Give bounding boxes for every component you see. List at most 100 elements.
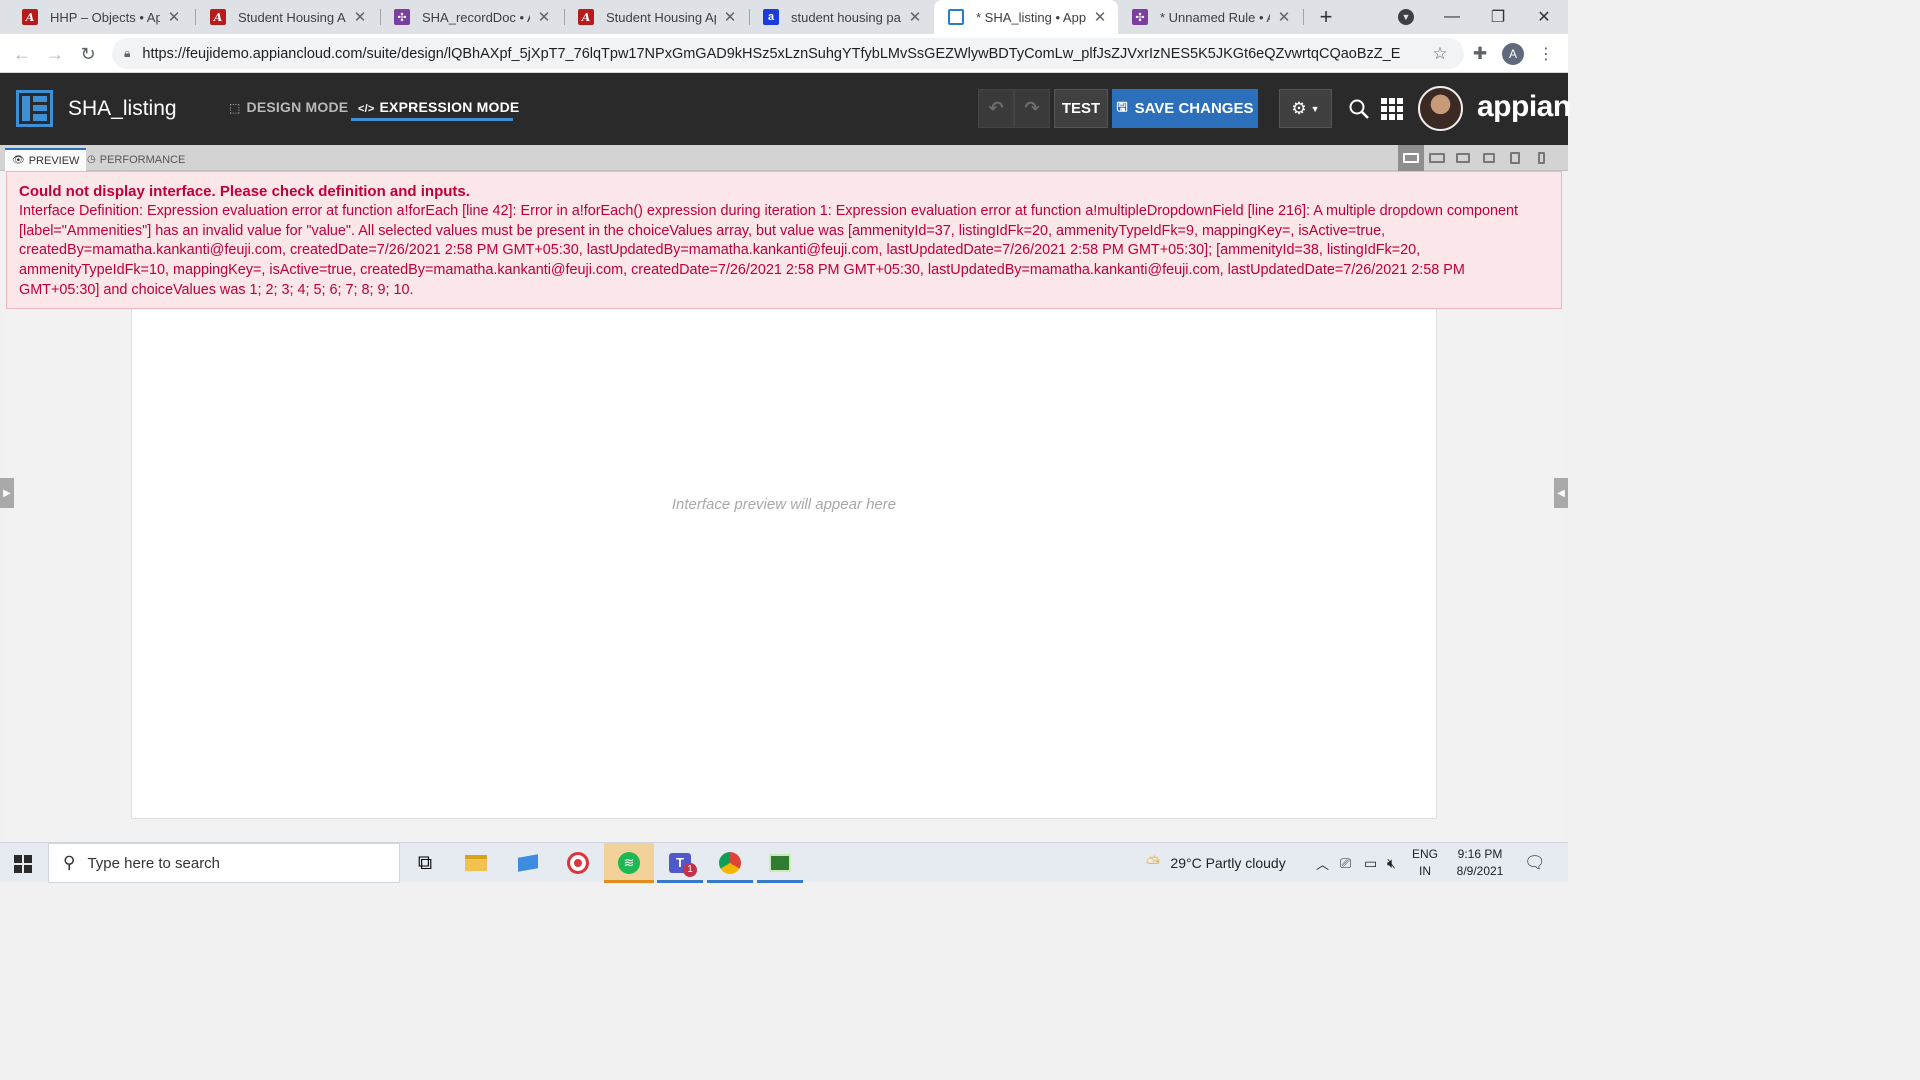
redo-icon: ↷ <box>1024 98 1040 118</box>
close-tab-icon[interactable]: ✕ <box>352 8 368 26</box>
back-icon[interactable]: ← <box>10 42 34 66</box>
restore-icon[interactable]: ❐ <box>1478 0 1518 34</box>
address-bar: ← → ↻ 🔒︎ https://feujidemo.appiancloud.c… <box>0 34 1568 73</box>
tab-performance-label: PERFORMANCE <box>99 153 186 166</box>
tablet-portrait-icon[interactable] <box>1502 145 1528 171</box>
close-tab-icon[interactable]: ✕ <box>1092 8 1108 26</box>
clock-time: 9:16 PM <box>1457 847 1503 861</box>
browser-tab-active[interactable]: * SHA_listing • Appian ✕ <box>934 0 1118 34</box>
interface-preview-area: Interface preview will appear here <box>131 309 1437 819</box>
browser-tab[interactable]: A HHP – Objects • Appia ✕ <box>8 0 192 34</box>
browser-menu-icon[interactable]: ⋮ <box>1534 42 1558 66</box>
teams-badge: 1 <box>683 863 697 877</box>
design-mode-icon: ⬚ <box>229 101 241 115</box>
preview-placeholder: Interface preview will appear here <box>671 496 897 513</box>
right-panel-toggle-icon[interactable]: ◀ <box>1554 478 1568 508</box>
show-hidden-icons-icon[interactable]: ︿ <box>1316 843 1329 883</box>
new-tab-button[interactable]: + <box>1312 0 1340 34</box>
image-viewer-icon[interactable] <box>755 843 805 883</box>
save-changes-button[interactable]: 🖫︎ SAVE CHANGES <box>1112 89 1258 128</box>
interface-icon <box>948 9 964 25</box>
browser-tab[interactable]: A Student Housing App ✕ <box>196 0 378 34</box>
clock-date: 8/9/2021 <box>1456 864 1504 878</box>
browser-tab[interactable]: A Student Housing App ✕ <box>564 0 748 34</box>
tab-search-icon[interactable]: ▼ <box>1394 0 1418 34</box>
appian-logo: appian <box>1477 90 1571 123</box>
appian-a-icon: A <box>210 9 226 25</box>
windows-start-icon[interactable] <box>14 855 32 873</box>
meet-now-icon[interactable]: ⎚ <box>1340 843 1351 883</box>
tab-title: Student Housing App <box>238 9 346 25</box>
weather-text: 29°C Partly cloudy <box>1170 855 1286 871</box>
tab-title: HHP – Objects • Appia <box>50 9 160 25</box>
url-field[interactable]: 🔒︎ https://feujidemo.appiancloud.com/sui… <box>112 38 1464 69</box>
device-preview-selector <box>1398 145 1554 171</box>
taskbar-search-box[interactable]: ⚲ Type here to search <box>48 843 400 883</box>
close-window-icon[interactable]: ✕ <box>1524 0 1564 34</box>
left-panel-toggle-icon[interactable]: ▶ <box>0 478 14 508</box>
tab-performance[interactable]: ◷ PERFORMANCE <box>80 148 192 171</box>
tab-title: SHA_recordDoc • App <box>422 9 530 25</box>
reload-icon[interactable]: ↻ <box>76 42 100 66</box>
remote-desktop-icon[interactable] <box>503 843 553 883</box>
close-tab-icon[interactable]: ✕ <box>722 8 738 26</box>
profile-avatar[interactable]: A <box>1502 43 1524 65</box>
browser-tab[interactable]: ✣ SHA_recordDoc • App ✕ <box>380 0 562 34</box>
user-avatar[interactable] <box>1418 86 1463 131</box>
save-label: SAVE CHANGES <box>1134 100 1254 117</box>
region-code: IN <box>1419 864 1431 878</box>
weather-widget[interactable]: ⛅︎ 29°C Partly cloudy <box>1146 843 1286 883</box>
phone-icon[interactable] <box>1528 145 1554 171</box>
tab-preview[interactable]: 👁︎ PREVIEW <box>5 148 87 171</box>
close-tab-icon[interactable]: ✕ <box>907 8 923 26</box>
preview-toolbar: 👁︎ PREVIEW ◷ PERFORMANCE <box>0 145 1568 171</box>
save-icon: 🖫︎ <box>1116 98 1128 114</box>
tab-title: student housing page <box>791 9 901 25</box>
undo-button[interactable]: ↶ <box>978 89 1014 128</box>
redo-button[interactable]: ↷ <box>1014 89 1050 128</box>
browser-tab[interactable]: a student housing page ✕ <box>749 0 933 34</box>
battery-icon[interactable]: ▭ <box>1364 843 1377 883</box>
teams-icon[interactable]: T 1 <box>655 843 705 883</box>
expression-mode-label: EXPRESSION MODE <box>379 99 520 115</box>
screen-recorder-icon[interactable] <box>553 843 603 883</box>
system-clock[interactable]: 9:16 PM 8/9/2021 <box>1448 846 1512 880</box>
gear-icon: ⚙ <box>1291 98 1307 118</box>
expression-mode-tab[interactable]: </> EXPRESSION MODE <box>358 99 519 115</box>
eye-icon: 👁︎ <box>12 155 25 166</box>
design-mode-tab[interactable]: ⬚ DESIGN MODE <box>229 99 348 115</box>
app-grid-icon[interactable] <box>1380 97 1404 121</box>
error-message: Interface Definition: Expression evaluat… <box>19 203 1519 298</box>
minimize-icon[interactable]: — <box>1432 0 1472 34</box>
extensions-icon[interactable]: ✚ <box>1468 42 1492 66</box>
close-tab-icon[interactable]: ✕ <box>1276 8 1292 26</box>
error-title: Could not display interface. Please chec… <box>19 183 470 200</box>
lock-icon: 🔒︎ <box>124 46 131 60</box>
settings-menu-button[interactable]: ⚙ ▼ <box>1279 89 1332 128</box>
browser-tab[interactable]: ✣ * Unnamed Rule • App ✕ <box>1118 0 1302 34</box>
forward-icon[interactable]: → <box>43 42 67 66</box>
error-banner: Could not display interface. Please chec… <box>6 171 1562 309</box>
desktop-large-icon[interactable] <box>1424 145 1450 171</box>
desktop-icon[interactable] <box>1450 145 1476 171</box>
language-indicator[interactable]: ENG IN <box>1412 843 1438 883</box>
code-icon: </> <box>358 103 375 115</box>
url-text: https://feujidemo.appiancloud.com/suite/… <box>142 45 1401 62</box>
search-objects-icon[interactable] <box>1347 97 1371 121</box>
notifications-icon[interactable]: 🗨︎ <box>1524 843 1546 883</box>
chrome-icon[interactable] <box>705 843 755 883</box>
fit-width-icon[interactable] <box>1398 145 1424 171</box>
close-tab-icon[interactable]: ✕ <box>536 8 552 26</box>
tablet-landscape-icon[interactable] <box>1476 145 1502 171</box>
tab-preview-label: PREVIEW <box>28 154 80 167</box>
bookmark-star-icon[interactable]: ☆ <box>1428 42 1452 66</box>
language-code: ENG <box>1412 847 1439 861</box>
task-view-icon[interactable]: ⧉ <box>400 843 450 883</box>
spotify-icon[interactable]: ≋ <box>604 843 654 883</box>
close-tab-icon[interactable]: ✕ <box>166 8 182 26</box>
test-button[interactable]: TEST <box>1054 89 1108 128</box>
design-mode-label: DESIGN MODE <box>246 99 349 115</box>
file-explorer-icon[interactable] <box>451 843 501 883</box>
tab-title: * Unnamed Rule • App <box>1160 9 1270 25</box>
volume-muted-icon[interactable]: 🔇︎ <box>1387 843 1396 883</box>
